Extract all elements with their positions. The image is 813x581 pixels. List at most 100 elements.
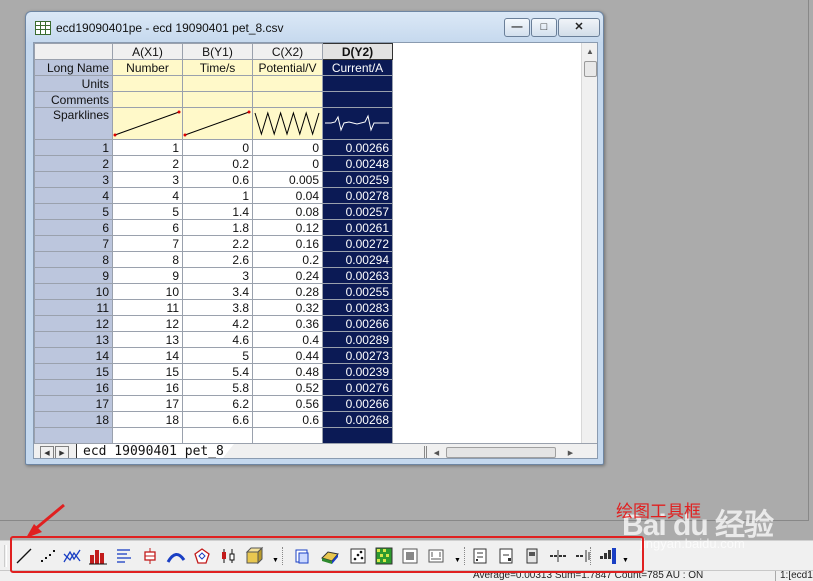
data-cell[interactable]: 0.12 — [252, 219, 323, 236]
data-cell[interactable]: 0.2 — [182, 155, 253, 172]
data-cell[interactable]: 1 — [182, 187, 253, 204]
data-cell[interactable]: 0.4 — [252, 331, 323, 348]
data-cell[interactable]: 0.08 — [252, 203, 323, 220]
data-cell[interactable]: 0 — [252, 139, 323, 156]
data-cell[interactable]: 0.00283 — [322, 299, 393, 316]
data-cell[interactable]: 0.00268 — [322, 411, 393, 428]
data-cell[interactable]: 0.00273 — [322, 347, 393, 364]
data-cell[interactable]: 0.00263 — [322, 267, 393, 284]
maximize-button[interactable]: □ — [531, 18, 557, 37]
units-cell[interactable] — [182, 75, 253, 92]
table-row[interactable]: 10 10 3.4 0.28 0.00255 — [34, 283, 393, 300]
data-cell[interactable]: 0.00261 — [322, 219, 393, 236]
table-row[interactable]: 5 5 1.4 0.08 0.00257 — [34, 203, 393, 220]
data-cell[interactable]: 14 — [112, 347, 183, 364]
worksheet-area[interactable]: A(X1) B(Y1) C(X2) D(Y2) Long Name Number Time… — [33, 42, 598, 459]
data-cell[interactable]: 0.00239 — [322, 363, 393, 380]
data-cell[interactable]: 3.8 — [182, 299, 253, 316]
data-cell[interactable]: 0.36 — [252, 315, 323, 332]
sheet-tab[interactable]: ecd 19090401 pet_8 — [76, 444, 234, 458]
data-cell[interactable]: 15 — [112, 363, 183, 380]
data-cell[interactable]: 4 — [112, 187, 183, 204]
data-cell[interactable]: 3.4 — [182, 283, 253, 300]
data-cell[interactable]: 2.6 — [182, 251, 253, 268]
data-cell[interactable]: 16 — [112, 379, 183, 396]
long-name-cell[interactable]: Time/s — [182, 59, 253, 76]
data-cell[interactable]: 6 — [112, 219, 183, 236]
data-cell[interactable] — [182, 427, 253, 444]
worksheet-grid[interactable]: A(X1) B(Y1) C(X2) D(Y2) Long Name Number Time… — [34, 43, 393, 444]
scroll-left-icon[interactable]: ◀ — [430, 445, 443, 458]
table-row[interactable]: 1 1 0 0 0.00266 — [34, 139, 393, 156]
long-name-cell[interactable]: Number — [112, 59, 183, 76]
data-cell[interactable]: 0.2 — [252, 251, 323, 268]
horizontal-scrollbar[interactable]: ◀ ▶ — [430, 445, 577, 458]
data-cell[interactable]: 0.00266 — [322, 395, 393, 412]
data-cell[interactable]: 7 — [112, 235, 183, 252]
units-cell[interactable] — [252, 75, 323, 92]
data-cell[interactable]: 2.2 — [182, 235, 253, 252]
scroll-up-icon[interactable]: ▲ — [582, 43, 597, 59]
table-row[interactable]: 18 18 6.6 0.6 0.00268 — [34, 411, 393, 428]
data-cell[interactable]: 1.4 — [182, 203, 253, 220]
data-cell[interactable]: 0.6 — [182, 171, 253, 188]
table-row[interactable]: 9 9 3 0.24 0.00263 — [34, 267, 393, 284]
data-cell[interactable]: 0.00257 — [322, 203, 393, 220]
data-cell[interactable]: 0.48 — [252, 363, 323, 380]
table-row[interactable]: 11 11 3.8 0.32 0.00283 — [34, 299, 393, 316]
data-cell[interactable]: 0.00266 — [322, 139, 393, 156]
table-row[interactable]: 15 15 5.4 0.48 0.00239 — [34, 363, 393, 380]
data-cell[interactable]: 2 — [112, 155, 183, 172]
data-cell[interactable]: 0.00278 — [322, 187, 393, 204]
comments-cell[interactable] — [182, 91, 253, 108]
data-cell[interactable]: 0.00294 — [322, 251, 393, 268]
data-cell[interactable]: 12 — [112, 315, 183, 332]
table-row[interactable]: 12 12 4.2 0.36 0.00266 — [34, 315, 393, 332]
column-header-2[interactable]: C(X2) — [252, 43, 323, 60]
data-cell[interactable] — [252, 427, 323, 444]
workbook-titlebar[interactable]: ecd19090401pe - ecd 19090401 pet_8.csv —… — [26, 12, 603, 42]
table-row[interactable]: 16 16 5.8 0.52 0.00276 — [34, 379, 393, 396]
data-cell[interactable]: 0.00255 — [322, 283, 393, 300]
vertical-scroll-thumb[interactable] — [584, 61, 597, 77]
data-cell[interactable]: 0 — [252, 155, 323, 172]
table-row[interactable]: 7 7 2.2 0.16 0.00272 — [34, 235, 393, 252]
data-cell[interactable]: 17 — [112, 395, 183, 412]
sparkline-cell[interactable] — [112, 107, 183, 140]
table-row[interactable]: 3 3 0.6 0.005 0.00259 — [34, 171, 393, 188]
data-cell[interactable]: 0.00266 — [322, 315, 393, 332]
data-cell[interactable]: 13 — [112, 331, 183, 348]
units-cell[interactable] — [112, 75, 183, 92]
comments-cell[interactable] — [112, 91, 183, 108]
sparkline-cell[interactable] — [322, 107, 393, 140]
data-cell[interactable]: 4.6 — [182, 331, 253, 348]
table-row[interactable]: 2 2 0.2 0 0.00248 — [34, 155, 393, 172]
table-row[interactable]: 4 4 1 0.04 0.00278 — [34, 187, 393, 204]
data-cell[interactable]: 0 — [182, 139, 253, 156]
data-cell[interactable]: 4.2 — [182, 315, 253, 332]
horizontal-scroll-thumb[interactable] — [446, 447, 556, 458]
data-cell[interactable]: 5.4 — [182, 363, 253, 380]
data-cell[interactable]: 0.00259 — [322, 171, 393, 188]
minimize-button[interactable]: — — [504, 18, 530, 37]
table-row[interactable]: 6 6 1.8 0.12 0.00261 — [34, 219, 393, 236]
table-row[interactable]: 14 14 5 0.44 0.00273 — [34, 347, 393, 364]
vertical-scrollbar[interactable]: ▲ — [581, 43, 597, 443]
column-header-0[interactable]: A(X1) — [112, 43, 183, 60]
table-row[interactable]: 13 13 4.6 0.4 0.00289 — [34, 331, 393, 348]
data-cell[interactable]: 18 — [112, 411, 183, 428]
data-cell[interactable]: 1 — [112, 139, 183, 156]
data-cell[interactable]: 11 — [112, 299, 183, 316]
data-cell[interactable]: 9 — [112, 267, 183, 284]
data-cell[interactable]: 0.16 — [252, 235, 323, 252]
data-cell[interactable]: 0.00248 — [322, 155, 393, 172]
data-cell[interactable]: 0.005 — [252, 171, 323, 188]
sparkline-cell[interactable] — [252, 107, 323, 140]
data-cell[interactable] — [112, 427, 183, 444]
data-cell[interactable]: 0.6 — [252, 411, 323, 428]
column-header-3[interactable]: D(Y2) — [322, 43, 393, 60]
data-cell[interactable]: 0.32 — [252, 299, 323, 316]
scroll-right-icon[interactable]: ▶ — [564, 445, 577, 458]
table-row[interactable]: 8 8 2.6 0.2 0.00294 — [34, 251, 393, 268]
long-name-cell[interactable]: Potential/V — [252, 59, 323, 76]
